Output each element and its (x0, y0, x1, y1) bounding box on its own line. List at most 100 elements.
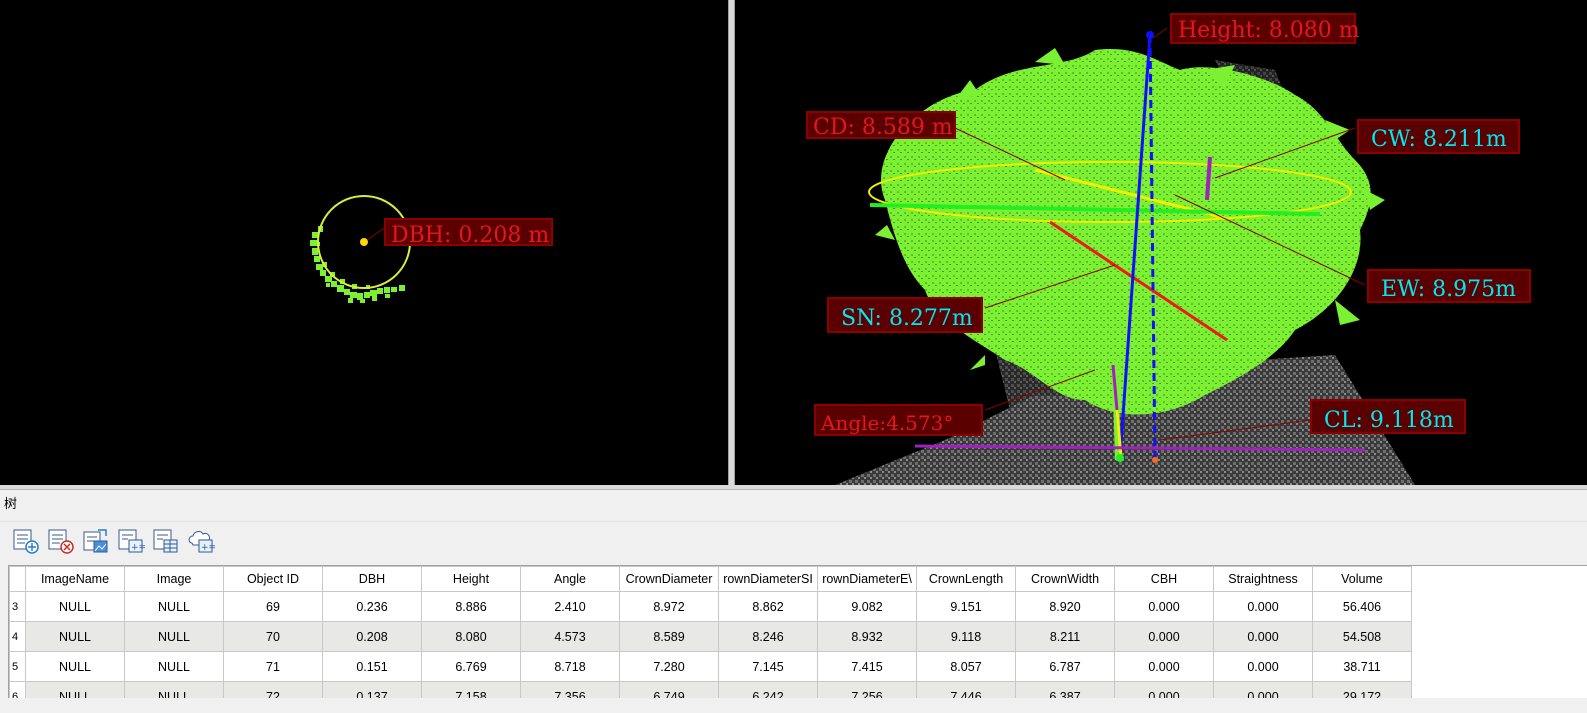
cloud-calculate-button[interactable]: += (187, 527, 216, 555)
table-cell[interactable]: NULL (25, 591, 125, 622)
table-cell[interactable]: 29.172 (1312, 681, 1412, 699)
delete-record-button[interactable] (47, 527, 75, 555)
svg-text:SN: 8.277m: SN: 8.277m (841, 306, 973, 331)
column-header[interactable]: Angle (520, 566, 620, 592)
table-cell[interactable]: 8.246 (718, 621, 818, 652)
column-header[interactable]: Height (421, 566, 521, 592)
column-header[interactable]: ImageName (25, 566, 125, 592)
table-cell[interactable]: 0.000 (1114, 621, 1214, 652)
calculate-icon: += (118, 529, 146, 553)
ew-label: EW: 8.975m (1367, 269, 1531, 303)
column-header[interactable]: Straightness (1213, 566, 1313, 592)
row-number[interactable]: 6 (9, 681, 26, 699)
table-cell[interactable]: 38.711 (1312, 651, 1412, 682)
table-cell[interactable]: 8.718 (520, 651, 620, 682)
table-cell[interactable]: 7.256 (817, 681, 917, 699)
table-cell[interactable]: NULL (25, 651, 125, 682)
column-header[interactable]: Image (124, 566, 224, 592)
table-calculate-icon (153, 529, 178, 553)
table-cell[interactable]: NULL (25, 621, 125, 652)
calculate-button[interactable]: += (117, 527, 146, 555)
table-cell[interactable]: 6.769 (421, 651, 521, 682)
table-cell[interactable]: 7.415 (817, 651, 917, 682)
row-number[interactable]: 4 (9, 621, 26, 652)
table-row[interactable]: 4 NULL NULL 70 0.208 8.080 4.573 8.589 8.246 8.93… (9, 621, 1412, 652)
table-cell[interactable]: 0.151 (322, 651, 422, 682)
dbh-cross-section-view: DBH: 0.208 m (310, 195, 553, 303)
table-cell[interactable]: 2.410 (520, 591, 620, 622)
table-cell[interactable]: 7.145 (718, 651, 818, 682)
cloud-calculate-icon: += (188, 531, 216, 553)
add-record-button[interactable] (12, 527, 40, 555)
table-cell[interactable]: 7.280 (619, 651, 719, 682)
table-cell[interactable]: 6.749 (619, 681, 719, 699)
table-cell[interactable]: NULL (25, 681, 125, 699)
table-cell[interactable]: NULL (124, 651, 224, 682)
table-cell[interactable]: 7.158 (421, 681, 521, 699)
table-cell[interactable]: 9.118 (916, 621, 1016, 652)
column-header[interactable]: CrownDiameter (619, 566, 719, 592)
column-header[interactable]: rownDiameterE\ (817, 566, 917, 592)
table-cell[interactable]: 72 (223, 681, 323, 699)
table-cell[interactable]: 9.151 (916, 591, 1016, 622)
cw-label: CW: 8.211m (1357, 119, 1520, 154)
table-cell[interactable]: 0.000 (1114, 651, 1214, 682)
column-header[interactable]: CrownWidth (1015, 566, 1115, 592)
table-cell[interactable]: 7.446 (916, 681, 1016, 699)
table-cell[interactable]: 6.787 (1015, 651, 1115, 682)
column-header[interactable]: CBH (1114, 566, 1214, 592)
export-image-button[interactable] (82, 527, 110, 555)
table-row[interactable]: 3 NULL NULL 69 0.236 8.886 2.410 8.972 8.862 9.08… (9, 591, 1412, 622)
row-number[interactable]: 5 (9, 651, 26, 682)
column-header[interactable]: DBH (322, 566, 422, 592)
attribute-table[interactable]: ImageName Image Object ID DBH Height Angle Cro… (8, 565, 1587, 699)
table-cell[interactable]: 6.242 (718, 681, 818, 699)
table-cell[interactable]: NULL (124, 591, 224, 622)
table-cell[interactable]: 9.082 (817, 591, 917, 622)
table-cell[interactable]: 71 (223, 651, 323, 682)
table-cell[interactable]: 0.000 (1114, 591, 1214, 622)
table-cell[interactable]: 8.920 (1015, 591, 1115, 622)
table-cell[interactable]: 4.573 (520, 621, 620, 652)
table-cell[interactable]: 8.886 (421, 591, 521, 622)
table-cell[interactable]: 6.387 (1015, 681, 1115, 699)
table-cell[interactable]: 8.862 (718, 591, 818, 622)
table-cell[interactable]: 56.406 (1312, 591, 1412, 622)
dbh-label: DBH: 0.208 m (384, 218, 553, 248)
column-header[interactable]: Object ID (223, 566, 323, 592)
table-cell[interactable]: 8.972 (619, 591, 719, 622)
column-header[interactable]: rownDiameterSI (718, 566, 818, 592)
table-cell[interactable]: 0.000 (1213, 681, 1313, 699)
table-cell[interactable]: 0.000 (1213, 621, 1313, 652)
table-cell[interactable]: NULL (124, 681, 224, 699)
panel-splitter[interactable] (0, 485, 1587, 490)
table-cell[interactable]: 8.932 (817, 621, 917, 652)
table-cell[interactable]: 0.000 (1213, 651, 1313, 682)
table-cell[interactable]: 7.356 (520, 681, 620, 699)
table-row[interactable]: 6 NULL NULL 72 0.137 7.158 7.356 6.749 6.242 7.25… (9, 681, 1412, 699)
tree-3d-viewport[interactable]: Height: 8.080 m CD: 8.589 m CW: 8.211m E… (735, 0, 1587, 485)
table-cell[interactable]: 69 (223, 591, 323, 622)
table-cell[interactable]: 70 (223, 621, 323, 652)
table-calculate-button[interactable] (152, 527, 180, 555)
table-row[interactable]: 5 NULL NULL 71 0.151 6.769 8.718 7.280 7.145 7.41… (9, 651, 1412, 682)
table-cell[interactable]: 8.057 (916, 651, 1016, 682)
table-cell[interactable]: 0.137 (322, 681, 422, 699)
table-cell[interactable]: 0.000 (1213, 591, 1313, 622)
table-cell[interactable]: 0.208 (322, 621, 422, 652)
table-cell[interactable]: NULL (124, 621, 224, 652)
table-cell[interactable]: 54.508 (1312, 621, 1412, 652)
delete-record-icon (48, 529, 74, 554)
table-cell[interactable]: 0.236 (322, 591, 422, 622)
row-number[interactable]: 3 (9, 591, 26, 622)
column-header[interactable]: CrownLength (916, 566, 1016, 592)
table-body: 3 NULL NULL 69 0.236 8.886 2.410 8.972 8.862 9.08… (9, 591, 1412, 699)
table-cell[interactable]: 0.000 (1114, 681, 1214, 699)
viewport-splitter[interactable] (728, 0, 735, 485)
column-header[interactable]: Volume (1312, 566, 1412, 592)
table-cell[interactable]: 8.080 (421, 621, 521, 652)
table-cell[interactable]: 8.589 (619, 621, 719, 652)
dbh-viewport[interactable]: DBH: 0.208 m (0, 0, 728, 485)
table-cell[interactable]: 8.211 (1015, 621, 1115, 652)
svg-text:+=: += (201, 543, 215, 553)
